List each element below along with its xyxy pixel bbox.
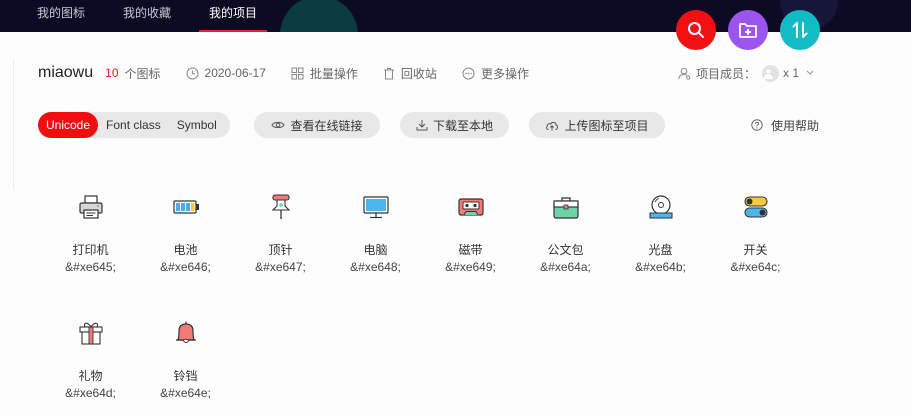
- icon-count-label: 个图标: [124, 66, 161, 81]
- icon-name: 电池: [173, 243, 198, 257]
- bell-icon: [176, 321, 196, 344]
- folder-plus-icon: [739, 23, 757, 38]
- icon-code: &#xe646;: [160, 260, 211, 274]
- icon-item[interactable]: 顶针 &#xe647;: [233, 185, 328, 285]
- icon-item[interactable]: 磁带 &#xe649;: [423, 185, 518, 285]
- project-members[interactable]: 项目成员： x 1: [678, 62, 822, 84]
- download-label: 下载至本地: [432, 118, 493, 133]
- icon-name: 礼物: [78, 369, 103, 383]
- add-folder-button[interactable]: [728, 10, 768, 50]
- icon-code: &#xe649;: [445, 260, 496, 274]
- clock-icon: [186, 67, 199, 79]
- avatar: [762, 64, 780, 82]
- date-text: 2020-06-17: [204, 66, 266, 80]
- icon-code: &#xe64a;: [540, 260, 591, 274]
- grid-icon: [291, 67, 304, 79]
- divider: [13, 60, 14, 190]
- icon-item[interactable]: 电池 &#xe646;: [138, 185, 233, 285]
- cloud-upload-icon: [546, 121, 559, 130]
- tab-symbol[interactable]: Symbol: [169, 112, 225, 138]
- icon-name: 打印机: [72, 243, 109, 257]
- icon-code: &#xe64d;: [65, 386, 116, 400]
- icon-item[interactable]: 公文包 &#xe64a;: [518, 185, 613, 285]
- printer-icon: [79, 195, 103, 219]
- icon-code: &#xe64e;: [160, 386, 211, 400]
- trash-button[interactable]: 回收站: [383, 65, 437, 82]
- pushpin-icon: [271, 194, 291, 219]
- icon-item[interactable]: 电脑 &#xe648;: [328, 185, 423, 285]
- switch-icon: [744, 196, 768, 218]
- members-count: x 1: [783, 66, 800, 80]
- icon-code: &#xe64c;: [730, 260, 781, 274]
- icon-name: 磁带: [458, 243, 483, 257]
- icon-code: &#xe64b;: [635, 260, 686, 274]
- icon-item[interactable]: 礼物 &#xe64d;: [43, 311, 138, 411]
- more-operations-button[interactable]: 更多操作: [462, 65, 529, 82]
- eye-icon: [271, 121, 286, 129]
- icon-item[interactable]: 打印机 &#xe645;: [43, 185, 138, 285]
- icon-count: 10: [105, 66, 119, 80]
- icon-name: 开关: [743, 243, 768, 257]
- upload-icon-label: 上传图标至项目: [564, 118, 649, 133]
- question-icon: [751, 119, 763, 131]
- search-button[interactable]: [676, 10, 716, 50]
- sort-arrows-icon: [792, 22, 808, 38]
- trash-label: 回收站: [400, 66, 437, 81]
- icon-item[interactable]: 铃铛 &#xe64e;: [138, 311, 233, 411]
- view-online-link-label: 查看在线链接: [290, 118, 363, 133]
- icon-item[interactable]: 光盘 &#xe64b;: [613, 185, 708, 285]
- icon-name: 顶针: [268, 243, 293, 257]
- user-settings-icon: [678, 67, 691, 80]
- icon-name: 电脑: [363, 243, 388, 257]
- help-label: 使用帮助: [771, 118, 820, 133]
- batch-operation-label: 批量操作: [309, 66, 358, 81]
- sort-button[interactable]: [780, 10, 820, 50]
- trash-icon: [383, 67, 394, 79]
- icon-item[interactable]: 开关 &#xe64c;: [708, 185, 803, 285]
- more-operations-label: 更多操作: [480, 66, 529, 81]
- project-info: miaowu 10 个图标 2020-06-17 批量操作 回收站 更多操作 项…: [38, 62, 838, 84]
- tab-unicode[interactable]: Unicode: [38, 112, 99, 138]
- computer-icon: [363, 196, 389, 219]
- download-button[interactable]: 下载至本地: [400, 112, 509, 138]
- code-type-tabs: Unicode Font class Symbol: [38, 112, 230, 138]
- icon-name: 公文包: [547, 243, 584, 257]
- batch-operation-button[interactable]: 批量操作: [291, 65, 358, 82]
- tab-font-class[interactable]: Font class: [98, 112, 169, 138]
- nav-my-favorites[interactable]: 我的收藏: [113, 0, 181, 32]
- icon-code: &#xe648;: [350, 260, 401, 274]
- icon-code: &#xe647;: [255, 260, 306, 274]
- view-online-link-button[interactable]: 查看在线链接: [254, 112, 380, 138]
- nav-my-projects[interactable]: 我的项目: [199, 0, 268, 32]
- more-icon: [462, 67, 475, 79]
- toolbar: Unicode Font class Symbol 查看在线链接 下载至本地 上…: [38, 112, 838, 138]
- top-nav: 我的图标 我的收藏 我的项目: [27, 0, 285, 32]
- battery-icon: [173, 200, 199, 214]
- download-icon: [416, 120, 428, 131]
- disc-icon: [649, 195, 673, 219]
- cassette-icon: [458, 198, 484, 216]
- icon-code: &#xe645;: [65, 260, 116, 274]
- upload-icon-button[interactable]: 上传图标至项目: [529, 112, 665, 138]
- briefcase-icon: [553, 197, 579, 219]
- members-label: 项目成员：: [696, 66, 757, 81]
- project-name: miaowu: [38, 64, 94, 81]
- gift-icon: [79, 322, 103, 345]
- project-date: 2020-06-17: [186, 66, 266, 80]
- icon-name: 光盘: [648, 243, 673, 257]
- top-bar: 我的图标 我的收藏 我的项目: [0, 0, 911, 32]
- icon-name: 铃铛: [173, 369, 198, 383]
- chevron-down-icon: [806, 70, 814, 75]
- user-icon: [763, 68, 773, 79]
- decor-circle: [280, 0, 358, 32]
- help-link[interactable]: 使用帮助: [751, 112, 819, 138]
- nav-my-icons[interactable]: 我的图标: [27, 0, 95, 32]
- search-icon: [688, 22, 704, 38]
